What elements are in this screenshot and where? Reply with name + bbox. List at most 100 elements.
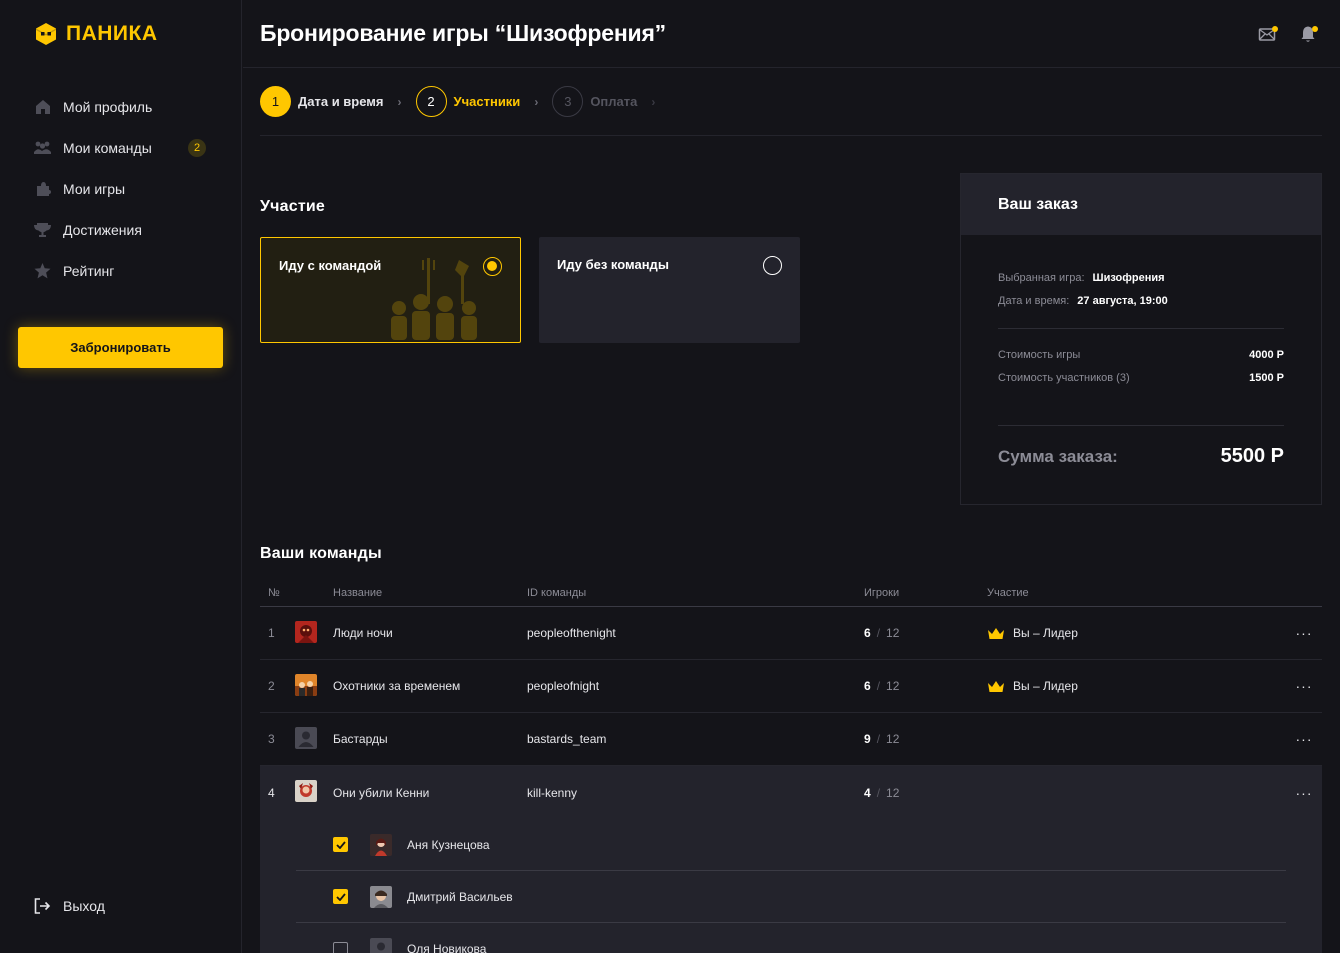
table-row[interactable]: 3 Бастарды bastards_team 9 / 12 ···	[260, 713, 1322, 766]
step-payment[interactable]: 3 Оплата ›	[552, 86, 655, 117]
page-header: Бронирование игры “Шизофрения”	[243, 0, 1340, 68]
team-id: peopleofnight	[527, 679, 600, 693]
app-root: ПАНИКА Мой профиль Мои команды 2 Мои игр…	[0, 0, 1340, 953]
team-icon	[34, 139, 51, 156]
table-row[interactable]: 4 Они убили Кенни kill-kenny 4 / 12 ···	[260, 766, 1322, 819]
sidebar-item-label: Рейтинг	[63, 262, 115, 279]
order-date-value: 27 августа, 19:00	[1077, 295, 1168, 307]
logout-link[interactable]: Выход	[34, 898, 105, 914]
sidebar-item-rating[interactable]: Рейтинг	[34, 250, 214, 291]
messages-icon[interactable]	[1258, 24, 1278, 44]
sidebar-item-profile[interactable]: Мой профиль	[34, 86, 214, 127]
team-players: 6 / 12	[864, 679, 987, 693]
table-header: № Название ID команды Игроки Участие	[260, 580, 1322, 607]
notifications-icon[interactable]	[1299, 24, 1319, 44]
star-icon	[34, 262, 51, 279]
players-max: 12	[886, 732, 900, 746]
more-options-icon[interactable]: ···	[1286, 785, 1322, 801]
order-cost-part-row: Стоимость участников (3) 1500 Р	[998, 372, 1284, 384]
sidebar-item-games[interactable]: Мои игры	[34, 168, 214, 209]
sidebar: ПАНИКА Мой профиль Мои команды 2 Мои игр…	[0, 0, 242, 953]
page-title: Бронирование игры “Шизофрения”	[260, 20, 666, 46]
team-participation: Вы – Лидер	[987, 626, 1286, 640]
option-with-team[interactable]: Иду с командой	[260, 237, 521, 343]
col-players-header: Игроки	[864, 587, 900, 599]
sidebar-item-label: Мои команды	[63, 139, 152, 156]
players-separator: /	[876, 626, 881, 640]
col-participation-header: Участие	[987, 587, 1029, 599]
step-label: Участники	[453, 94, 521, 109]
book-button[interactable]: Забронировать	[18, 327, 223, 368]
sidebar-item-achievements[interactable]: Достижения	[34, 209, 214, 250]
sidebar-nav: Мой профиль Мои команды 2 Мои игры Дости…	[34, 86, 214, 291]
team-players: 6 / 12	[864, 626, 987, 640]
players-count: 4	[864, 785, 871, 800]
players-count: 9	[864, 732, 871, 746]
radio-with-team[interactable]	[483, 257, 502, 276]
step-number: 1	[260, 86, 291, 117]
order-cost-game-label: Стоимость игры	[998, 349, 1081, 361]
order-game-row: Выбранная игра: Шизофрения	[998, 272, 1284, 284]
member-avatar	[370, 833, 392, 856]
check-icon	[335, 840, 346, 849]
crowd-illustration-icon	[391, 258, 477, 340]
team-name: Бастарды	[333, 732, 388, 746]
logo[interactable]: ПАНИКА	[34, 22, 158, 46]
col-id-header: ID команды	[527, 587, 587, 599]
order-summary: Ваш заказ Выбранная игра: Шизофрения Дат…	[960, 173, 1322, 505]
member-checkbox[interactable]	[333, 889, 348, 904]
team-name: Люди ночи	[333, 626, 393, 640]
chevron-right-icon: ›	[397, 94, 402, 109]
step-participants[interactable]: 2 Участники ›	[415, 86, 539, 117]
team-avatar	[295, 620, 317, 643]
trophy-icon	[34, 221, 51, 238]
team-id: peopleofthenight	[527, 626, 616, 640]
order-divider	[998, 425, 1284, 426]
more-options-icon[interactable]: ···	[1286, 731, 1322, 747]
sidebar-item-label: Мой профиль	[63, 98, 153, 115]
messages-unread-dot	[1272, 26, 1278, 32]
col-name-header: Название	[333, 587, 383, 599]
sidebar-item-teams[interactable]: Мои команды 2	[34, 127, 214, 168]
order-divider	[998, 328, 1284, 329]
member-checkbox[interactable]	[333, 837, 348, 852]
sidebar-item-label: Мои игры	[63, 180, 126, 197]
chevron-right-icon: ›	[534, 94, 539, 109]
puzzle-icon	[34, 180, 51, 197]
players-separator: /	[876, 679, 881, 693]
team-avatar	[295, 673, 317, 696]
row-num: 4	[268, 785, 275, 800]
players-separator: /	[876, 732, 881, 746]
order-game-label: Выбранная игра:	[998, 272, 1085, 284]
more-options-icon[interactable]: ···	[1286, 678, 1322, 694]
order-cost-game-row: Стоимость игры 4000 Р	[998, 349, 1284, 361]
member-name: Оля Новикова	[407, 942, 487, 953]
team-name: Охотники за временем	[333, 679, 461, 693]
step-number: 2	[415, 86, 447, 117]
players-separator: /	[876, 785, 881, 800]
table-row[interactable]: 1 Люди ночи peopleofthenight 6 / 12 Вы – Л…	[260, 607, 1322, 660]
teams-title: Ваши команды	[260, 545, 382, 562]
team-players: 4 / 12	[864, 786, 987, 800]
member-avatar	[370, 885, 392, 908]
order-game-value: Шизофрения	[1092, 272, 1165, 284]
notifications-unread-dot	[1312, 26, 1318, 32]
more-options-icon[interactable]: ···	[1286, 625, 1322, 641]
participation-title: Участие	[260, 198, 326, 215]
logout-label: Выход	[63, 898, 105, 914]
option-without-team[interactable]: Иду без команды	[539, 237, 800, 343]
players-count: 6	[864, 626, 871, 640]
order-cost-game-value: 4000 Р	[1249, 349, 1284, 361]
team-players: 9 / 12	[864, 732, 987, 746]
member-checkbox[interactable]	[333, 941, 348, 953]
table-row[interactable]: 2 Охотники за временем peopleofnight 6 / 1…	[260, 660, 1322, 713]
member-name: Дмитрий Васильев	[407, 889, 513, 904]
team-participation: Вы – Лидер	[987, 679, 1286, 693]
chevron-right-icon: ›	[651, 94, 656, 109]
role-label: Вы – Лидер	[1013, 626, 1078, 640]
radio-without-team[interactable]	[763, 256, 782, 275]
team-name: Они убили Кенни	[333, 785, 430, 800]
order-date-label: Дата и время:	[998, 295, 1070, 307]
sidebar-item-label: Достижения	[63, 221, 142, 238]
step-date-time[interactable]: 1 Дата и время ›	[260, 86, 402, 117]
